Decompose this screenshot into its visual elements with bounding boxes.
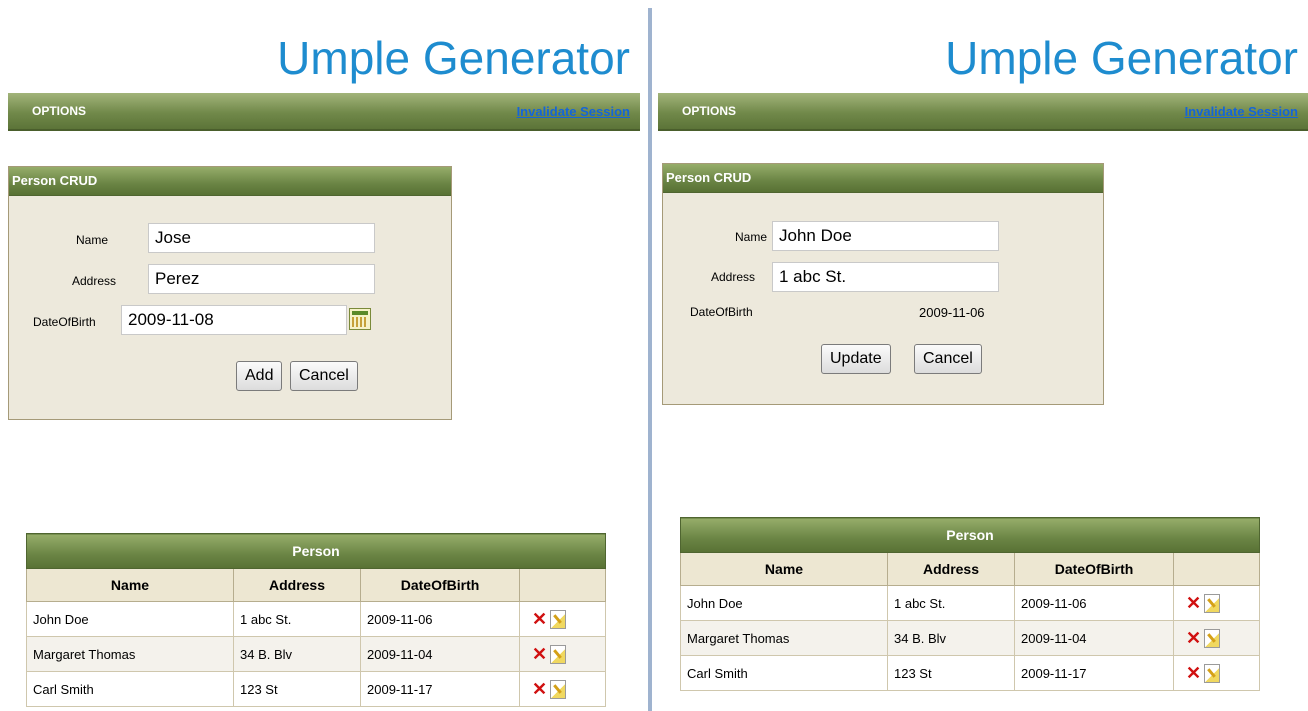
table-row: Carl Smith 123 St 2009-11-17 ✕ <box>680 655 1260 691</box>
cell-address: 123 St <box>887 655 1015 691</box>
app-title: Umple Generator <box>945 32 1298 84</box>
options-label[interactable]: OPTIONS <box>682 104 736 118</box>
cell-name: John Doe <box>680 585 888 621</box>
cell-dob: 2009-11-06 <box>360 601 520 637</box>
invalidate-session-link[interactable]: Invalidate Session <box>1185 104 1298 119</box>
table-caption: Person <box>26 533 606 569</box>
column-header-actions <box>519 568 606 602</box>
column-header-address: Address <box>233 568 361 602</box>
dob-label: DateOfBirth <box>690 305 753 319</box>
cell-name: Margaret Thomas <box>680 620 888 656</box>
cell-name: John Doe <box>26 601 234 637</box>
person-crud-form: Person CRUD Name Address DateOfBirth 200… <box>662 163 1104 405</box>
address-label: Address <box>72 274 117 288</box>
crud-header: Person CRUD <box>9 167 451 196</box>
crud-header: Person CRUD <box>663 164 1103 193</box>
table-row: Margaret Thomas 34 B. Blv 2009-11-04 ✕ <box>680 620 1260 656</box>
edit-pencil-icon[interactable] <box>550 609 567 629</box>
dob-label: DateOfBirth <box>33 315 96 329</box>
panel-divider <box>648 8 652 711</box>
table-row: Carl Smith 123 St 2009-11-17 ✕ <box>26 671 606 707</box>
cell-dob: 2009-11-04 <box>1014 620 1174 656</box>
dob-input[interactable] <box>121 305 347 335</box>
row-actions: ✕ <box>1173 655 1260 691</box>
cell-dob: 2009-11-06 <box>1014 585 1174 621</box>
cell-name: Carl Smith <box>26 671 234 707</box>
row-actions: ✕ <box>519 671 606 707</box>
cancel-button[interactable]: Cancel <box>290 361 358 391</box>
column-header-name: Name <box>680 552 888 586</box>
person-table: Person Name Address DateOfBirth John Doe… <box>26 533 606 707</box>
column-header-actions <box>1173 552 1260 586</box>
row-actions: ✕ <box>1173 620 1260 656</box>
address-input[interactable] <box>148 264 375 294</box>
table-row: John Doe 1 abc St. 2009-11-06 ✕ <box>26 601 606 637</box>
cell-dob: 2009-11-17 <box>360 671 520 707</box>
table-caption: Person <box>680 517 1260 553</box>
delete-x-icon[interactable]: ✕ <box>1186 663 1201 684</box>
row-actions: ✕ <box>519 601 606 637</box>
delete-x-icon[interactable]: ✕ <box>532 609 547 630</box>
delete-x-icon[interactable]: ✕ <box>532 644 547 665</box>
app-title: Umple Generator <box>277 32 630 84</box>
cell-dob: 2009-11-17 <box>1014 655 1174 691</box>
column-header-dob: DateOfBirth <box>360 568 520 602</box>
cell-name: Carl Smith <box>680 655 888 691</box>
options-label[interactable]: OPTIONS <box>32 104 86 118</box>
edit-pencil-icon[interactable] <box>550 644 567 664</box>
delete-x-icon[interactable]: ✕ <box>1186 628 1201 649</box>
name-label: Name <box>76 233 109 247</box>
cell-address: 1 abc St. <box>887 585 1015 621</box>
edit-pencil-icon[interactable] <box>1204 628 1221 648</box>
row-actions: ✕ <box>519 636 606 672</box>
edit-pencil-icon[interactable] <box>1204 663 1221 683</box>
name-label: Name <box>735 230 768 244</box>
cell-address: 34 B. Blv <box>233 636 361 672</box>
column-header-dob: DateOfBirth <box>1014 552 1174 586</box>
edit-pencil-icon[interactable] <box>1204 593 1221 613</box>
delete-x-icon[interactable]: ✕ <box>532 679 547 700</box>
address-label: Address <box>711 270 756 284</box>
edit-pencil-icon[interactable] <box>550 679 567 699</box>
column-header-name: Name <box>26 568 234 602</box>
cell-address: 123 St <box>233 671 361 707</box>
invalidate-session-link[interactable]: Invalidate Session <box>517 104 630 119</box>
column-header-address: Address <box>887 552 1015 586</box>
options-bar: OPTIONS Invalidate Session <box>8 93 640 131</box>
table-row: Margaret Thomas 34 B. Blv 2009-11-04 ✕ <box>26 636 606 672</box>
table-row: John Doe 1 abc St. 2009-11-06 ✕ <box>680 585 1260 621</box>
cell-address: 34 B. Blv <box>887 620 1015 656</box>
cancel-button[interactable]: Cancel <box>914 344 982 374</box>
add-button[interactable]: Add <box>236 361 283 391</box>
options-bar: OPTIONS Invalidate Session <box>658 93 1308 131</box>
right-panel: Umple Generator OPTIONS Invalidate Sessi… <box>656 0 1308 711</box>
cell-dob: 2009-11-04 <box>360 636 520 672</box>
row-actions: ✕ <box>1173 585 1260 621</box>
address-input[interactable] <box>772 262 999 292</box>
person-crud-form: Person CRUD Name Address DateOfBirth Add… <box>8 166 452 420</box>
name-input[interactable] <box>772 221 999 251</box>
cell-address: 1 abc St. <box>233 601 361 637</box>
person-table: Person Name Address DateOfBirth John Doe… <box>680 517 1260 691</box>
calendar-icon[interactable] <box>349 308 371 330</box>
left-panel: Umple Generator OPTIONS Invalidate Sessi… <box>0 0 648 711</box>
delete-x-icon[interactable]: ✕ <box>1186 593 1201 614</box>
dob-value: 2009-11-06 <box>919 305 985 320</box>
name-input[interactable] <box>148 223 375 253</box>
cell-name: Margaret Thomas <box>26 636 234 672</box>
update-button[interactable]: Update <box>821 344 891 374</box>
